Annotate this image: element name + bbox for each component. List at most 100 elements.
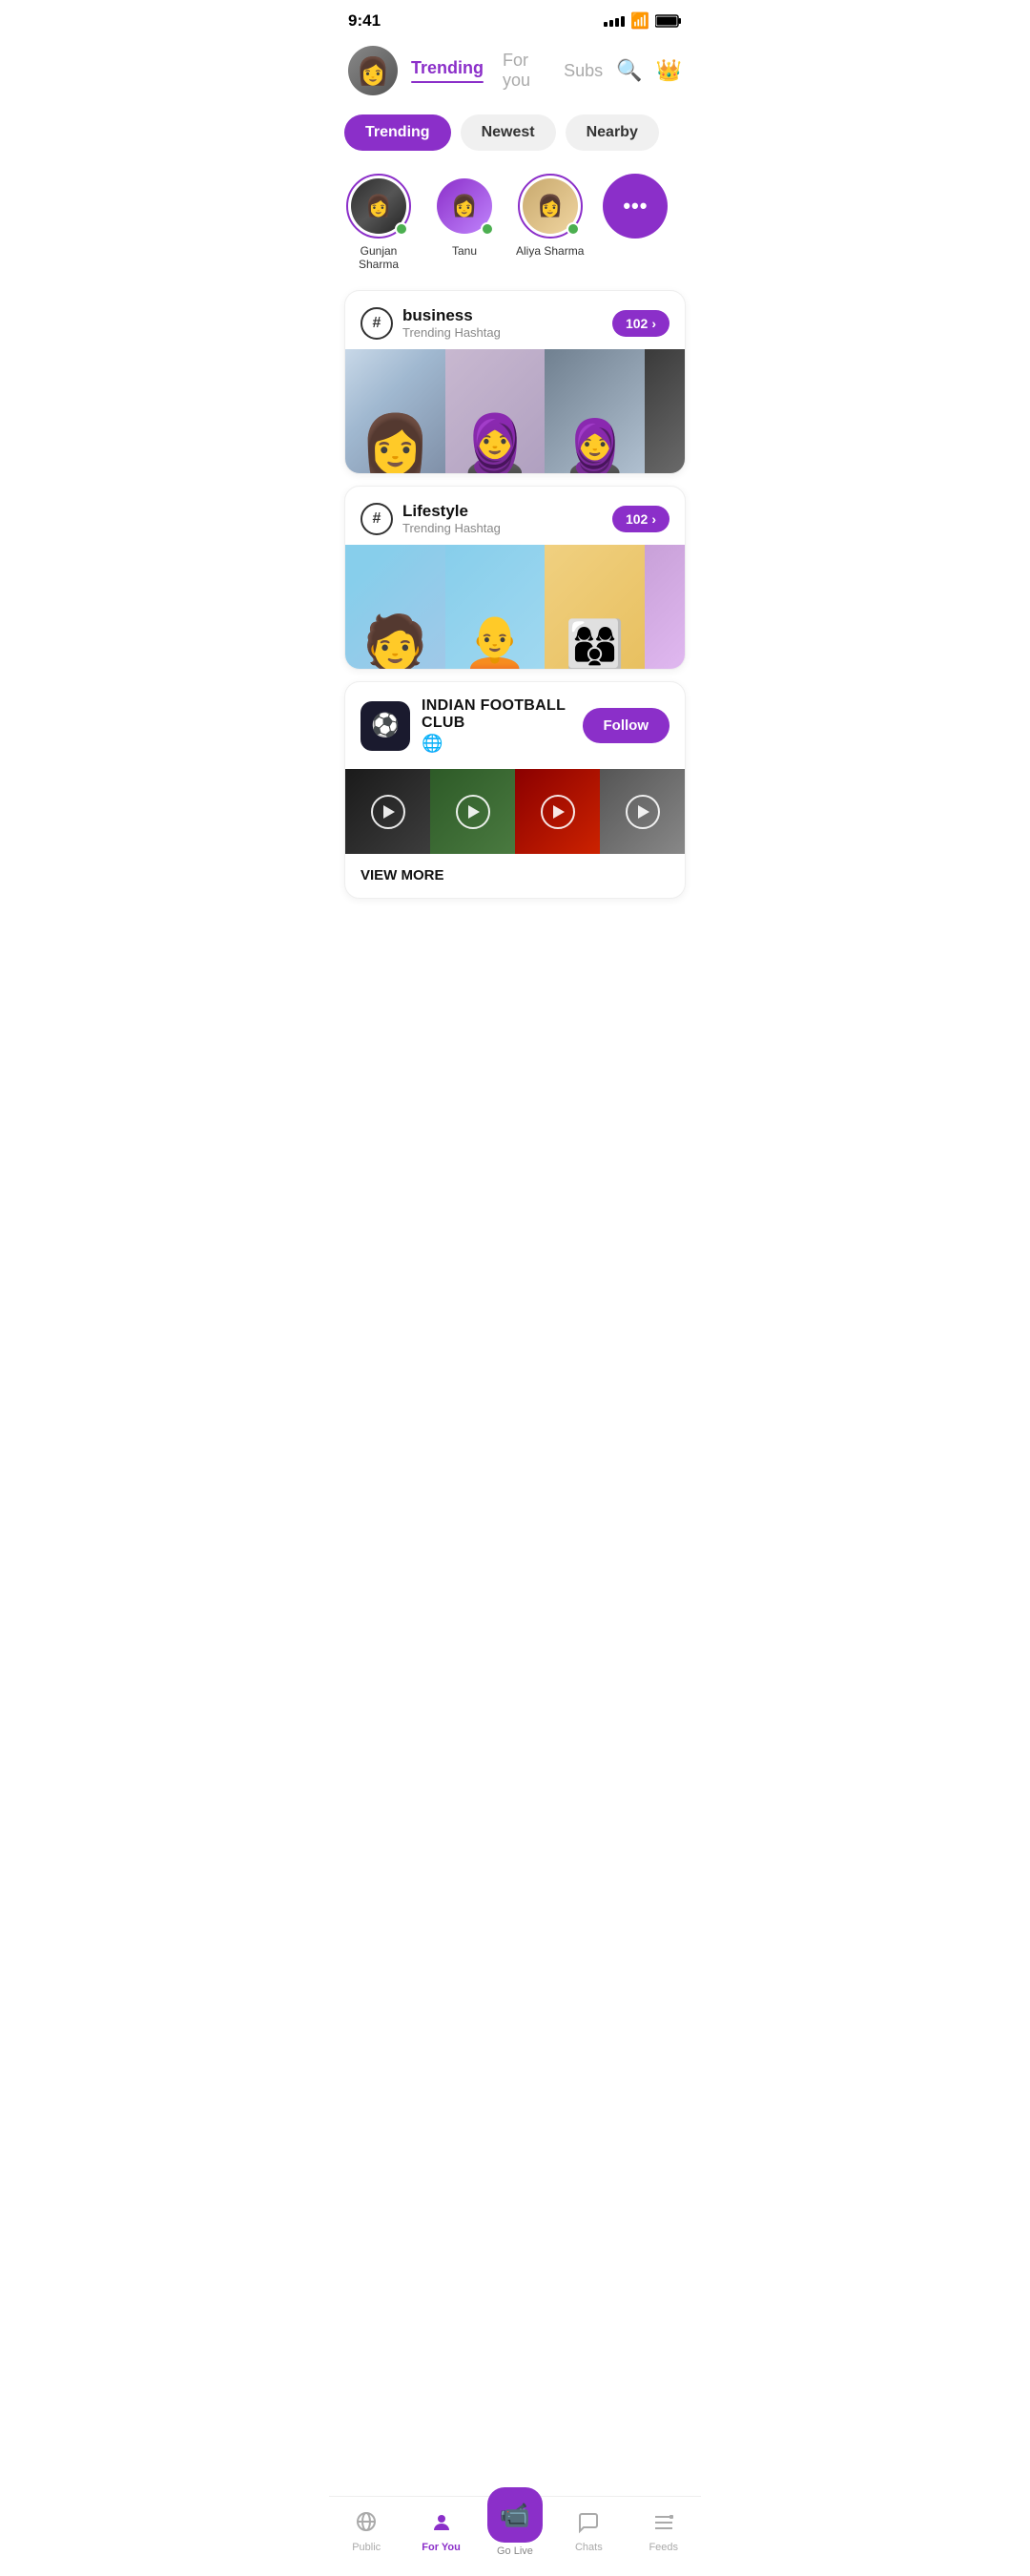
nav-go-live-label: Go Live (497, 2545, 533, 2557)
hash-icon-business: # (360, 307, 393, 340)
story-item[interactable]: 👩 Aliya Sharma (516, 174, 584, 271)
nav-subs[interactable]: Subs (564, 61, 603, 81)
filter-trending[interactable]: Trending (344, 114, 451, 151)
lifestyle-count: 102 (626, 511, 648, 527)
for-you-icon (430, 2511, 453, 2539)
nav-chats[interactable]: Chats (560, 2511, 617, 2553)
lifestyle-badge[interactable]: 102 › (612, 506, 670, 532)
public-icon (355, 2510, 378, 2539)
business-section-header: # business Trending Hashtag 102 › (345, 291, 685, 349)
club-card: ⚽ INDIAN FOOTBALL CLUB 🌐 Follow (344, 681, 686, 899)
story-more[interactable]: ••• (603, 174, 668, 271)
club-video-4[interactable] (600, 769, 685, 854)
nav-trending[interactable]: Trending (411, 58, 484, 83)
lifestyle-title: Lifestyle (402, 502, 612, 521)
business-image-1 (345, 349, 445, 473)
lifestyle-images (345, 545, 685, 669)
status-time: 9:41 (348, 11, 381, 31)
search-icon[interactable]: 🔍 (616, 58, 642, 83)
business-image-3 (545, 349, 645, 473)
nav-feeds-label: Feeds (649, 2542, 678, 2553)
business-badge[interactable]: 102 › (612, 310, 670, 337)
lifestyle-image-1 (345, 545, 445, 669)
story-name-gunjan: Gunjan Sharma (344, 244, 413, 271)
lifestyle-image-3 (545, 545, 645, 669)
story-name-aliya: Aliya Sharma (516, 244, 584, 258)
club-video-bg-4 (600, 769, 685, 854)
filter-newest[interactable]: Newest (461, 114, 556, 151)
club-videos-grid (345, 769, 685, 854)
club-video-bg-3 (515, 769, 600, 854)
lifestyle-section: # Lifestyle Trending Hashtag 102 › (344, 486, 686, 670)
club-logo-icon: ⚽ (371, 712, 400, 739)
club-video-bg-2 (430, 769, 515, 854)
club-video-1[interactable] (345, 769, 430, 854)
chats-icon (577, 2511, 600, 2539)
battery-icon (655, 14, 682, 28)
nav-for-you[interactable]: For You (413, 2511, 470, 2553)
online-indicator (481, 222, 494, 236)
business-count: 102 (626, 316, 648, 331)
play-button-4[interactable] (626, 795, 660, 829)
nav-go-live-button[interactable]: 📹 (487, 2487, 543, 2543)
crown-icon[interactable]: 👑 (656, 58, 682, 83)
club-logo: ⚽ (360, 701, 410, 751)
user-avatar[interactable]: 👩 (348, 46, 398, 95)
online-indicator (395, 222, 408, 236)
club-info: INDIAN FOOTBALL CLUB 🌐 (422, 697, 571, 754)
play-icon-2 (468, 805, 480, 819)
play-button-2[interactable] (456, 795, 490, 829)
story-item[interactable]: 👩 Gunjan Sharma (344, 174, 413, 271)
club-name: INDIAN FOOTBALL CLUB (422, 697, 571, 732)
stories-row: 👩 Gunjan Sharma 👩 Tanu 👩 (329, 158, 701, 279)
header-actions: 🔍 👑 (616, 58, 682, 83)
view-more-row: VIEW MORE (345, 854, 685, 898)
status-bar: 9:41 📶 (329, 0, 701, 38)
lifestyle-image-2 (445, 545, 546, 669)
lifestyle-section-titles: Lifestyle Trending Hashtag (402, 502, 612, 535)
lifestyle-image-4 (645, 545, 685, 669)
club-header: ⚽ INDIAN FOOTBALL CLUB 🌐 Follow (345, 682, 685, 769)
play-button-1[interactable] (371, 795, 405, 829)
hash-icon-lifestyle: # (360, 503, 393, 535)
bottom-nav: Public For You 📹 Go Live Chats (329, 2496, 701, 2576)
online-indicator (566, 222, 580, 236)
business-image-2 (445, 349, 546, 473)
lifestyle-subtitle: Trending Hashtag (402, 521, 612, 535)
filter-nearby[interactable]: Nearby (566, 114, 659, 151)
business-image-4 (645, 349, 685, 473)
signal-icon (604, 16, 625, 27)
feeds-icon (652, 2511, 675, 2539)
go-live-camera-icon: 📹 (500, 2501, 530, 2530)
club-globe-icon: 🌐 (422, 734, 571, 754)
lifestyle-section-header: # Lifestyle Trending Hashtag 102 › (345, 487, 685, 545)
business-chevron-icon: › (651, 316, 656, 331)
play-button-3[interactable] (541, 795, 575, 829)
business-section-titles: business Trending Hashtag (402, 306, 612, 340)
story-name-more (634, 244, 637, 258)
play-icon-1 (383, 805, 395, 819)
nav-for-you[interactable]: For you (503, 51, 545, 91)
business-section: # business Trending Hashtag 102 › (344, 290, 686, 474)
view-more-button[interactable]: VIEW MORE (360, 867, 444, 883)
nav-go-live-container: 📹 Go Live (487, 2506, 543, 2557)
play-icon-3 (553, 805, 565, 819)
nav-public-label: Public (352, 2542, 381, 2553)
nav-public[interactable]: Public (338, 2510, 395, 2553)
club-video-bg-1 (345, 769, 430, 854)
story-name-tanu: Tanu (452, 244, 477, 258)
header-nav: Trending For you Subs (411, 51, 603, 91)
club-video-3[interactable] (515, 769, 600, 854)
more-dots-icon: ••• (623, 194, 648, 218)
header: 👩 Trending For you Subs 🔍 👑 (329, 38, 701, 107)
status-icons: 📶 (604, 11, 682, 31)
follow-button[interactable]: Follow (583, 708, 670, 743)
play-icon-4 (638, 805, 649, 819)
nav-for-you-label: For You (422, 2542, 461, 2553)
club-video-2[interactable] (430, 769, 515, 854)
lifestyle-chevron-icon: › (651, 511, 656, 527)
nav-feeds[interactable]: Feeds (635, 2511, 692, 2553)
story-item[interactable]: 👩 Tanu (432, 174, 497, 271)
business-subtitle: Trending Hashtag (402, 325, 612, 340)
wifi-icon: 📶 (630, 11, 649, 31)
